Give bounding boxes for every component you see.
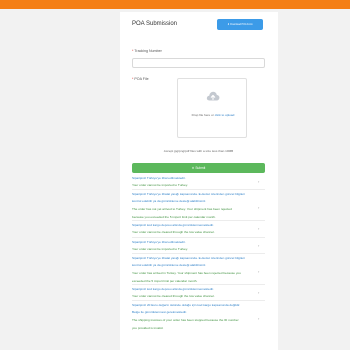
divider <box>132 220 265 221</box>
divider <box>132 284 265 285</box>
chevron-right-icon[interactable]: › <box>258 243 259 248</box>
click-to-upload-link[interactable]: click to upload <box>215 113 235 117</box>
message-en: Your order has arrived in Turkey. Your s… <box>132 271 241 275</box>
chevron-right-icon[interactable]: › <box>258 205 259 210</box>
file-dropzone[interactable]: Drop file here or click to upload <box>177 78 247 138</box>
message-tr: Siparişiniz kod kargo deposu altında güm… <box>132 287 214 291</box>
drop-hint-text: Drop file here or <box>191 113 214 117</box>
upload-icon: ⬆ <box>191 166 195 170</box>
message-en: The shipping invoices of your order has … <box>132 318 239 322</box>
message-tr: Siparişiniz kod kargo deposu altında güm… <box>132 223 214 227</box>
message-en: Your order cannot be imported to Turkey. <box>132 183 188 187</box>
message-tr-line2: Belge ile gümrüklenmesi gerekmektedir. <box>132 310 187 314</box>
message-en: Your order cannot be cleared through the… <box>132 294 215 298</box>
chevron-right-icon[interactable]: › <box>258 316 259 321</box>
divider <box>132 237 265 238</box>
submit-label: Submit <box>195 166 206 170</box>
download-poa-form-button[interactable]: ⬇ Download POA Form <box>217 19 263 30</box>
message-en: The order has not yet arrived to Turkey.… <box>132 207 232 211</box>
message-tr: Siparişiniz Türkiye'ye ithalat yasığı ka… <box>132 192 245 196</box>
file-constraint-hint: Accept jpg/png/pdf files with a size les… <box>163 149 234 153</box>
divider <box>132 253 265 254</box>
message-tr-line2: kontrol edebilir ya da gümrükleme desteğ… <box>132 263 207 267</box>
divider <box>132 189 265 190</box>
poa-file-label-text: POA File <box>134 77 149 81</box>
tracking-number-label: * Tracking Number <box>132 49 162 53</box>
chevron-right-icon[interactable]: › <box>258 226 259 231</box>
message-tr: Siparişiniz Türkiye'ye ithal edilmektedi… <box>132 240 186 244</box>
poa-file-label: * POA File <box>132 77 149 81</box>
download-icon: ⬇ <box>227 23 230 26</box>
message-tr: Siparişiniz Türkiye'ye ithal edilmektedi… <box>132 176 186 180</box>
divider <box>132 300 265 301</box>
chevron-right-icon[interactable]: › <box>258 179 259 184</box>
message-tr: Siparişiniz 20 Euro değerin üstünde oldu… <box>132 303 241 307</box>
page-title: POA Submission <box>132 21 178 27</box>
message-tr: Siparişiniz Türkiye'ye ithalat yasığı ka… <box>132 256 245 260</box>
message-en: Your order cannot be imported to Turkey. <box>132 247 188 251</box>
message-en: Your order cannot be cleared through the… <box>132 230 215 234</box>
top-accent-bar <box>0 0 350 9</box>
message-tr-line2: kontrol edebilir ya da gümrükleme desteğ… <box>132 199 207 203</box>
submit-button[interactable]: ⬆ Submit <box>132 163 265 173</box>
dropzone-text: Drop file here or click to upload <box>178 113 248 117</box>
download-poa-form-label: Download POA Form <box>230 23 253 26</box>
chevron-right-icon[interactable]: › <box>258 269 259 274</box>
chevron-right-icon[interactable]: › <box>258 290 259 295</box>
tracking-number-input[interactable] <box>132 58 265 68</box>
message-en-line2: exceeded the 5 import limit per calendar… <box>132 279 198 283</box>
message-en-line2: because you exceeded the 5 import limit … <box>132 215 216 219</box>
upload-cloud-icon <box>206 91 220 101</box>
message-en-line2: you provided is invalid. <box>132 326 164 330</box>
submission-card: POA Submission ⬇ Download POA Form * Tra… <box>120 12 278 350</box>
tracking-number-label-text: Tracking Number <box>134 49 162 53</box>
